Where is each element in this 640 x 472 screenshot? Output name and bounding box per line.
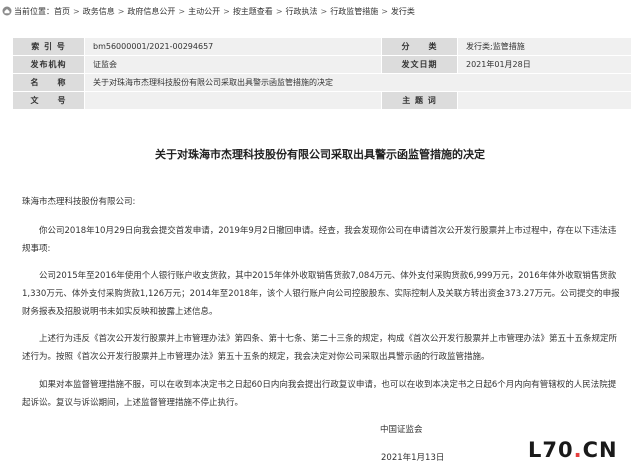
home-icon (2, 6, 12, 16)
breadcrumb-item-by-topic[interactable]: 按主题查看 (233, 6, 273, 17)
doc-number-value (84, 91, 382, 110)
keywords-value (457, 91, 632, 110)
document-issuer: 中国证监会 (380, 425, 423, 435)
category-label: 分 类 (381, 37, 458, 56)
document-paragraph-1: 你公司2018年10月29日向我会提交首发申请，2019年9月2日撤回申请。经查… (22, 226, 617, 254)
breadcrumb-item-issuance[interactable]: 发行类 (391, 6, 415, 17)
doc-number-label: 文 号 (12, 91, 85, 110)
watermark-right: CN (582, 438, 618, 462)
watermark-left: L70 (528, 438, 574, 462)
site-watermark: L70.CN (528, 438, 618, 462)
breadcrumb-separator: > (275, 6, 283, 16)
breadcrumb-separator: > (178, 6, 186, 16)
name-value: 关于对珠海市杰理科技股份有限公司采取出具警示函监管措施的决定 (84, 73, 632, 92)
document-title: 关于对珠海市杰理科技股份有限公司采取出具警示函监管措施的决定 (155, 148, 485, 161)
document-date: 2021年1月13日 (381, 453, 445, 463)
breadcrumb-separator: > (117, 6, 125, 16)
index-value: bm56000001/2021-00294657 (84, 37, 382, 56)
breadcrumb-item-gov-info[interactable]: 政务信息 (83, 6, 115, 17)
category-value: 发行类;监管措施 (457, 37, 632, 56)
breadcrumb-separator: > (381, 6, 388, 16)
meta-row: 文 号 主 题 词 (12, 91, 632, 110)
meta-row: 发布机构 证监会 发文日期 2021年01月28日 (12, 55, 632, 74)
document-paragraph-4: 如果对本监督管理措施不服，可以在收到本决定书之日起60日内向我会提出行政复议申请… (22, 380, 617, 408)
document-meta-table: 索 引 号 bm56000001/2021-00294657 分 类 发行类;监… (12, 37, 632, 110)
watermark-dot: . (573, 438, 583, 462)
breadcrumb-prefix: 当前位置： (14, 6, 54, 16)
breadcrumb-item-supervision[interactable]: 行政监管措施 (330, 6, 378, 17)
breadcrumb-item-home[interactable]: 首页 (54, 6, 70, 17)
document-paragraph-3: 上述行为违反《首次公开发行股票并上市管理办法》第四条、第十七条、第二十三条的规定… (22, 334, 618, 362)
meta-row: 名 称 关于对珠海市杰理科技股份有限公司采取出具警示函监管措施的决定 (12, 73, 632, 92)
breadcrumb: 当前位置： 首页 > 政务信息 > 政府信息公开 > 主动公开 > 按主题查看 … (2, 2, 638, 20)
meta-row: 索 引 号 bm56000001/2021-00294657 分 类 发行类;监… (12, 37, 632, 56)
breadcrumb-item-info-disclosure[interactable]: 政府信息公开 (127, 6, 175, 17)
breadcrumb-separator: > (73, 6, 80, 16)
breadcrumb-separator: > (223, 6, 230, 16)
document-paragraph-2: 公司2015年至2016年使用个人银行账户收支货款，其中2015年体外收取销售货… (22, 271, 620, 317)
breadcrumb-separator: > (320, 6, 328, 16)
issuer-label: 发布机构 (12, 55, 85, 74)
issue-date-label: 发文日期 (381, 55, 458, 74)
document-salutation: 珠海市杰理科技股份有限公司: (22, 197, 136, 207)
index-label: 索 引 号 (12, 37, 85, 56)
breadcrumb-item-proactive[interactable]: 主动公开 (188, 6, 220, 17)
name-label: 名 称 (12, 73, 85, 92)
issue-date-value: 2021年01月28日 (457, 55, 632, 74)
keywords-label: 主 题 词 (381, 91, 458, 110)
issuer-value: 证监会 (84, 55, 382, 74)
breadcrumb-item-enforcement[interactable]: 行政执法 (286, 6, 318, 17)
